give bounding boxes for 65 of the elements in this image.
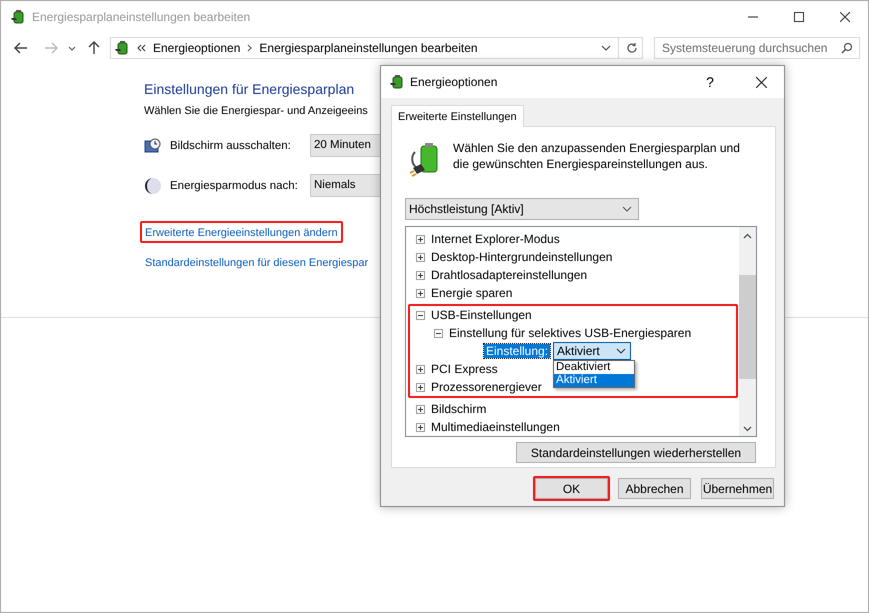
description-text: Wählen Sie den anzupassenden Energiesparplan und die gewünschten Energiespareinstellungen aus.	[453, 140, 741, 172]
tree-item[interactable]: USB-Einstellungen	[431, 308, 532, 322]
moon-icon	[144, 176, 162, 194]
scroll-down-icon[interactable]	[743, 426, 752, 432]
dropdown-option[interactable]: Deaktiviert	[554, 361, 634, 374]
plan-dropdown[interactable]: Höchstleistung [Aktiv]	[405, 198, 639, 220]
monitor-clock-icon	[144, 136, 162, 154]
tree-item[interactable]: Prozessorenergiever	[431, 380, 542, 394]
maximize-icon	[794, 12, 804, 22]
double-chevron-icon	[137, 44, 146, 52]
chevron-down-icon[interactable]	[601, 45, 611, 51]
scroll-up-icon[interactable]	[743, 233, 752, 239]
battery-plug-icon	[389, 74, 405, 90]
tree-item[interactable]: Internet Explorer-Modus	[431, 232, 560, 246]
expand-icon[interactable]	[416, 364, 425, 374]
expand-icon[interactable]	[416, 270, 425, 280]
dialog-button[interactable]: Übernehmen	[701, 478, 774, 499]
link[interactable]: Standardeinstellungen für diesen Energiespar	[145, 257, 368, 269]
link[interactable]: Erweiterte Energieeinstellungen ändern	[145, 227, 338, 239]
tree-item[interactable]: Drahtlosadaptereinstellungen	[431, 268, 588, 282]
dropdown-option[interactable]: Aktiviert	[554, 374, 634, 387]
setting-dropdown[interactable]: Aktiviert	[553, 342, 632, 360]
tree-item[interactable]: Desktop-Hintergrundeinstellungen	[431, 250, 612, 264]
tree-item[interactable]: Energie sparen	[431, 286, 512, 300]
tree-item[interactable]: Bildschirm	[431, 402, 486, 416]
chevron-down-icon	[616, 348, 626, 354]
setting-label: Energiesparmodus nach:	[170, 180, 299, 192]
setting-label: Bildschirm ausschalten:	[170, 140, 292, 152]
expand-icon[interactable]	[416, 422, 425, 432]
scrollbar[interactable]	[739, 227, 756, 436]
back-arrow-icon[interactable]	[14, 42, 28, 54]
tab[interactable]: Erweiterte Einstellungen	[391, 105, 524, 127]
expand-icon[interactable]	[416, 252, 425, 262]
breadcrumb[interactable]: Energieoptionen	[153, 41, 240, 55]
collapse-icon[interactable]	[416, 310, 425, 320]
address-bar[interactable]: Energieoptionen Energiesparplaneinstellungen bearbeiten	[110, 37, 643, 59]
close-icon	[840, 12, 850, 22]
collapse-icon[interactable]	[434, 328, 443, 338]
page-subtitle: Wählen Sie die Energiespar- und Anzeigeeins	[144, 105, 368, 117]
breadcrumb-chevron-icon	[247, 44, 252, 52]
setting-label[interactable]: Einstellung:	[484, 344, 550, 358]
restore-defaults-button[interactable]: Standardeinstellungen wiederherstellen	[516, 442, 756, 463]
refresh-icon[interactable]	[626, 42, 638, 54]
tree-item[interactable]: Einstellung für selektives USB-Energiesparen	[449, 326, 692, 340]
tree-item[interactable]: Multimediaeinstellungen	[431, 420, 560, 434]
expand-icon[interactable]	[416, 288, 425, 298]
expand-icon[interactable]	[416, 234, 425, 244]
close-icon	[756, 76, 766, 88]
dialog-button[interactable]: OK	[535, 478, 608, 499]
chevron-down-icon[interactable]	[68, 46, 76, 50]
expand-icon[interactable]	[416, 382, 425, 392]
search-icon	[841, 42, 853, 54]
expand-icon[interactable]	[416, 404, 425, 414]
dialog-button[interactable]: Abbrechen	[618, 478, 691, 499]
dialog-title: Energieoptionen	[410, 75, 498, 89]
battery-plug-icon	[10, 8, 26, 24]
page-heading: Einstellungen für Energiesparplan	[144, 81, 354, 97]
search-field[interactable]: Systemsteuerung durchsuchen	[654, 37, 860, 59]
battery-plug-icon	[114, 40, 130, 56]
tree-item[interactable]: PCI Express	[431, 362, 498, 376]
up-arrow-icon[interactable]	[88, 41, 100, 55]
breadcrumb[interactable]: Energiesparplaneinstellungen bearbeiten	[259, 41, 478, 55]
help-button[interactable]: ?	[687, 66, 733, 98]
window-title: Energiesparplaneinstellungen bearbeiten	[32, 10, 250, 24]
chevron-down-icon	[622, 206, 632, 212]
